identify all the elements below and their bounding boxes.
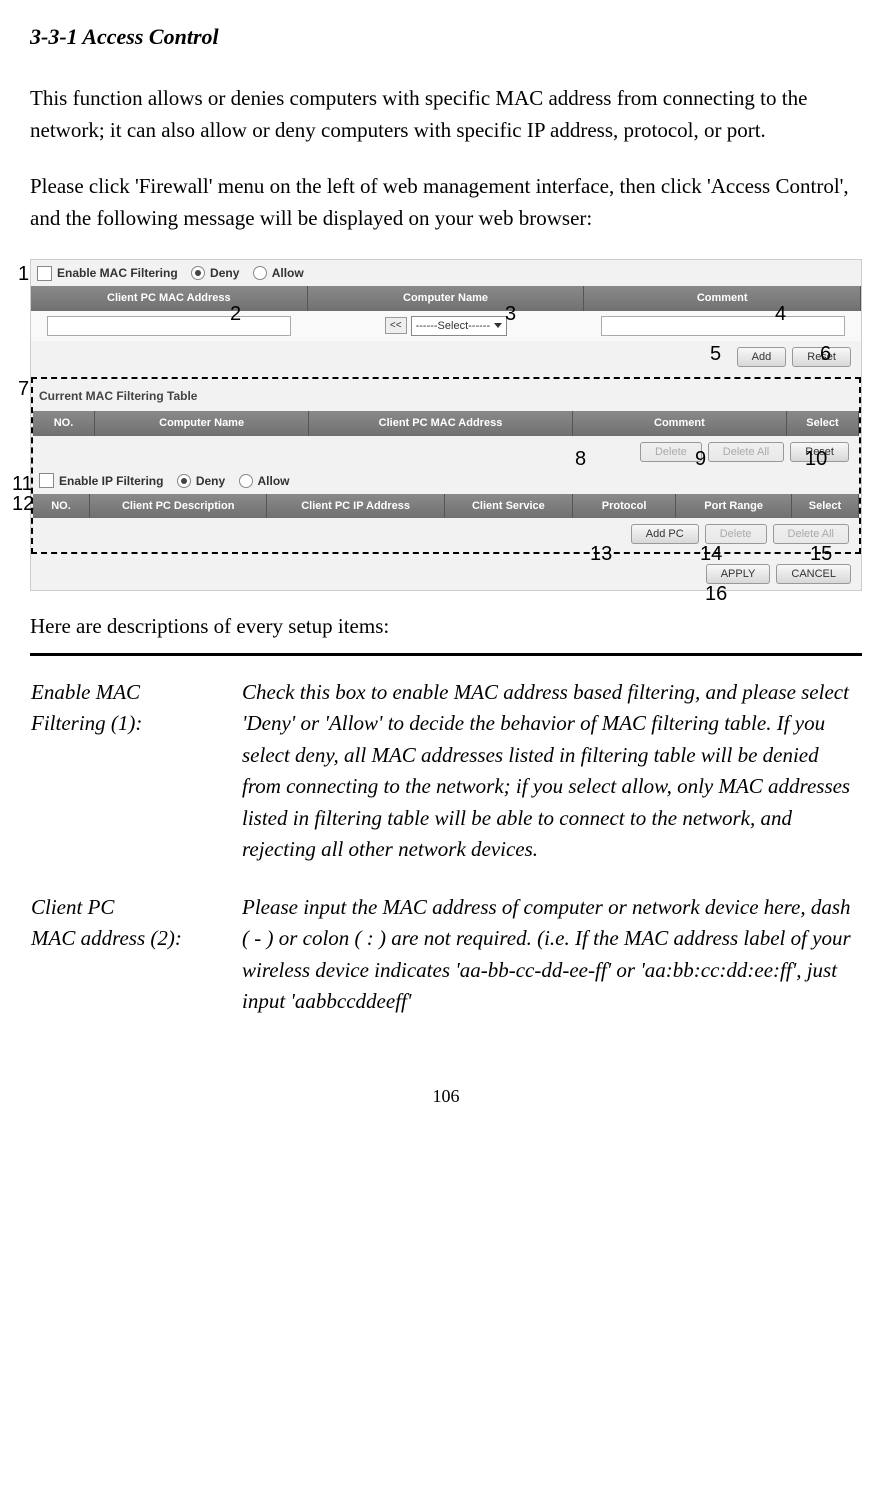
add-button[interactable]: Add (737, 347, 787, 367)
mac-filter-header-row: Client PC MAC Address Computer Name Comm… (31, 286, 861, 311)
page-number: 106 (30, 1083, 862, 1110)
mac-filter-enable-row: Enable MAC Filtering Deny Allow (31, 260, 861, 286)
mac-header-comment: Comment (584, 286, 861, 311)
callout-7: 7 (18, 374, 29, 404)
ip-h-no: NO. (33, 494, 90, 519)
mac-table-h-name: Computer Name (95, 411, 309, 436)
delete-button[interactable]: Delete (640, 442, 702, 462)
callout-15: 15 (810, 539, 832, 569)
copy-left-button[interactable]: << (385, 317, 407, 334)
mac-filter-buttons: Add Reset (31, 341, 861, 373)
mac-table-title: Current MAC Filtering Table (33, 381, 859, 411)
callout-9: 9 (695, 444, 706, 474)
callout-5: 5 (710, 339, 721, 369)
mac-table-h-comment: Comment (573, 411, 787, 436)
computer-name-select[interactable]: ------Select------ (411, 316, 508, 337)
mac-allow-label: Allow (272, 264, 304, 282)
callout-6: 6 (820, 339, 831, 369)
apply-cancel-row: APPLY CANCEL (31, 558, 861, 590)
mac-deny-radio[interactable] (191, 266, 205, 280)
callout-14: 14 (700, 539, 722, 569)
callout-13: 13 (590, 539, 612, 569)
descriptions-intro: Here are descriptions of every setup ite… (30, 611, 862, 643)
callout-3: 3 (505, 299, 516, 329)
screenshot-container: 1 2 3 4 5 6 7 8 9 10 11 12 13 14 15 16 E… (30, 259, 862, 591)
callout-4: 4 (775, 299, 786, 329)
ip-filter-enable-row: Enable IP Filtering Deny Allow (33, 468, 859, 494)
ip-table-header-row: NO. Client PC Description Client PC IP A… (33, 494, 859, 519)
description-row: Client PC MAC address (2): Please input … (30, 891, 862, 1043)
ip-h-service: Client Service (445, 494, 573, 519)
mac-table-h-mac: Client PC MAC Address (309, 411, 573, 436)
mac-table-h-select: Select (787, 411, 859, 436)
ip-deny-radio[interactable] (177, 474, 191, 488)
mac-table-buttons: Delete Delete All Reset (33, 436, 859, 468)
desc-text: Check this box to enable MAC address bas… (241, 676, 862, 891)
callout-2: 2 (230, 299, 241, 329)
enable-ip-checkbox[interactable] (39, 473, 54, 488)
ip-h-port: Port Range (676, 494, 792, 519)
chevron-down-icon (494, 323, 502, 328)
descriptions-table: Enable MAC Filtering (1): Check this box… (30, 676, 862, 1043)
ip-h-select: Select (792, 494, 859, 519)
callout-1: 1 (18, 259, 29, 289)
callout-8: 8 (575, 444, 586, 474)
mac-header-mac: Client PC MAC Address (31, 286, 308, 311)
callout-12: 12 (12, 489, 34, 519)
section-title: 3-3-1 Access Control (30, 20, 862, 53)
desc-label: Enable MAC Filtering (1): (30, 676, 241, 891)
add-pc-button[interactable]: Add PC (631, 524, 699, 544)
select-value: ------Select------ (416, 318, 491, 335)
ip-h-ip: Client PC IP Address (267, 494, 444, 519)
delete-all-button[interactable]: Delete All (708, 442, 784, 462)
ip-h-desc: Client PC Description (90, 494, 267, 519)
ip-deny-label: Deny (196, 472, 225, 490)
mac-deny-label: Deny (210, 264, 239, 282)
mac-table-h-no: NO. (33, 411, 95, 436)
enable-ip-label: Enable IP Filtering (59, 472, 163, 490)
mac-allow-radio[interactable] (253, 266, 267, 280)
mac-filter-input-row: << ------Select------ (31, 311, 861, 342)
comment-input[interactable] (601, 316, 845, 336)
callout-16: 16 (705, 579, 727, 609)
mac-address-input[interactable] (47, 316, 291, 336)
desc-label: Client PC MAC address (2): (30, 891, 241, 1043)
enable-mac-checkbox[interactable] (37, 266, 52, 281)
mac-header-name: Computer Name (308, 286, 585, 311)
intro-paragraph-1: This function allows or denies computers… (30, 83, 862, 146)
desc-text: Please input the MAC address of computer… (241, 891, 862, 1043)
ip-allow-label: Allow (258, 472, 290, 490)
dashed-section: Current MAC Filtering Table NO. Computer… (31, 377, 861, 554)
intro-paragraph-2: Please click 'Firewall' menu on the left… (30, 171, 862, 234)
callout-10: 10 (805, 444, 827, 474)
mac-table-header-row: NO. Computer Name Client PC MAC Address … (33, 411, 859, 436)
ip-h-protocol: Protocol (573, 494, 676, 519)
ip-allow-radio[interactable] (239, 474, 253, 488)
description-row: Enable MAC Filtering (1): Check this box… (30, 676, 862, 891)
divider (30, 653, 862, 656)
ip-table-buttons: Add PC Delete Delete All (33, 518, 859, 550)
enable-mac-label: Enable MAC Filtering (57, 264, 178, 282)
